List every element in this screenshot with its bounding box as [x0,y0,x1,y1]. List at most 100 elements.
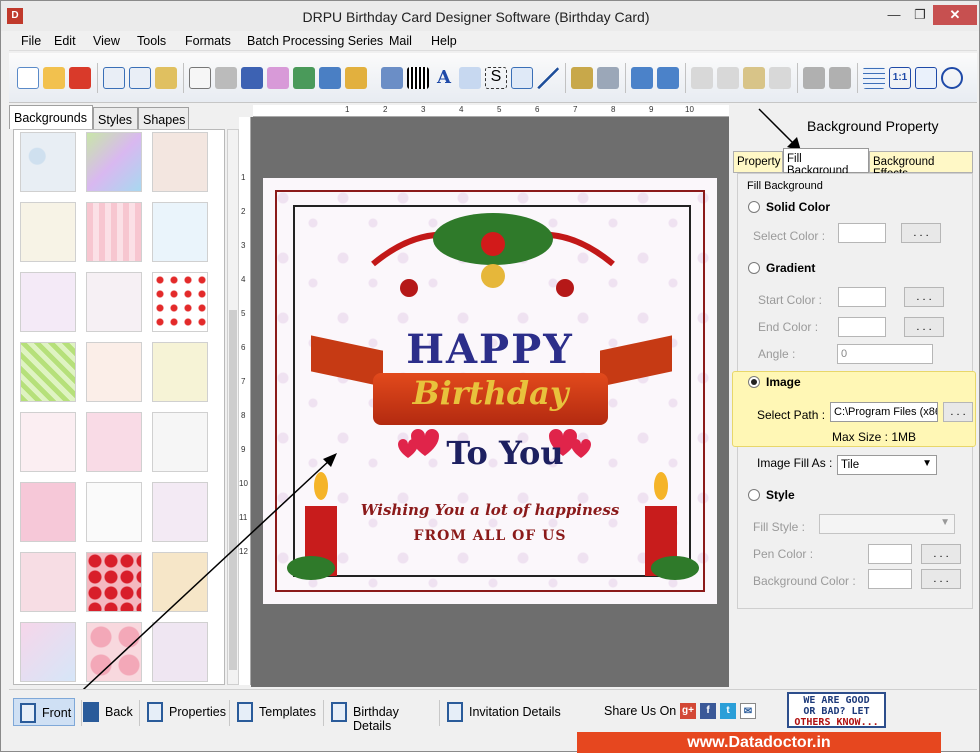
background-thumb[interactable] [152,132,208,192]
minimize-button[interactable]: — [881,5,907,25]
google-plus-icon[interactable]: g+ [680,703,696,719]
save-as-icon[interactable] [129,67,151,89]
scrollbar-thumb[interactable] [229,310,237,670]
export-icon[interactable] [155,67,177,89]
tab-property[interactable]: Property [733,151,783,173]
background-thumb[interactable] [20,482,76,542]
background-thumb[interactable] [20,622,76,682]
background-thumb[interactable] [152,272,208,332]
cut-icon[interactable] [691,67,713,89]
menu-edit[interactable]: Edit [54,34,76,48]
background-thumb[interactable] [86,412,142,472]
invitation-details-button[interactable]: Invitation Details [441,698,565,726]
image-path-input[interactable]: C:\Program Files (x86 [830,402,938,422]
vertical-scrollbar[interactable] [227,129,239,685]
new-icon[interactable] [17,67,39,89]
browse-path-button[interactable]: . . . [943,402,973,422]
barcode-icon[interactable] [407,67,429,89]
background-thumb[interactable] [20,412,76,472]
gradient-radio[interactable] [748,262,760,274]
pen-color-swatch[interactable] [868,544,912,564]
pen-icon[interactable] [319,67,341,89]
pen-color-button[interactable]: . . . [921,544,961,564]
polygon-icon[interactable] [345,67,367,89]
image-fill-as-select[interactable]: Tile ▼ [837,455,937,475]
background-thumb[interactable] [86,552,142,612]
background-thumb[interactable] [20,132,76,192]
send-back-icon[interactable] [829,67,851,89]
candle-left-image[interactable] [283,468,343,588]
card-to-you-text[interactable]: To You [263,434,717,472]
front-button[interactable]: Front [13,698,75,726]
menu-formats[interactable]: Formats [185,34,231,48]
tab-styles[interactable]: Styles [93,107,138,129]
background-thumb[interactable] [20,342,76,402]
close-doc-icon[interactable] [69,67,91,89]
redo-icon[interactable] [657,67,679,89]
open-icon[interactable] [43,67,65,89]
background-thumb[interactable] [86,622,142,682]
background-thumb[interactable] [86,202,142,262]
feedback-banner[interactable]: WE ARE GOOD OR BAD? LET OTHERS KNOW... [787,692,886,728]
menu-file[interactable]: File [21,34,41,48]
angle-spinner[interactable]: 0 [837,344,933,364]
properties-icon[interactable] [189,67,211,89]
start-color-swatch[interactable] [838,287,886,307]
tab-background-effects[interactable]: Background Effects [869,151,973,180]
image-icon[interactable] [293,67,315,89]
image-radio[interactable] [748,376,760,388]
tab-shapes[interactable]: Shapes [138,107,189,129]
candle-right-image[interactable] [639,468,703,588]
fill-style-select[interactable]: ▼ [819,514,955,534]
menu-mail[interactable]: Mail [389,34,412,48]
solid-color-radio[interactable] [748,201,760,213]
style-radio[interactable] [748,489,760,501]
menu-help[interactable]: Help [431,34,457,48]
background-thumb[interactable] [152,342,208,402]
background-thumb[interactable] [152,482,208,542]
background-color-button[interactable]: . . . [921,569,961,589]
background-thumb[interactable] [20,552,76,612]
fit-icon[interactable] [915,67,937,89]
background-thumb[interactable] [20,272,76,332]
print-preview-icon[interactable] [241,67,263,89]
delete-icon[interactable] [769,67,791,89]
start-color-button[interactable]: . . . [904,287,944,307]
gift-icon[interactable] [267,67,289,89]
print-icon[interactable] [215,67,237,89]
background-thumb[interactable] [152,202,208,262]
background-thumb[interactable] [86,482,142,542]
twitter-icon[interactable]: t [720,703,736,719]
db-import-icon[interactable] [597,67,619,89]
share-icon[interactable]: ✉ [740,703,756,719]
facebook-icon[interactable]: f [700,703,716,719]
back-button[interactable]: Back [77,698,133,726]
background-thumb[interactable] [86,272,142,332]
select-color-button[interactable]: . . . [901,223,941,243]
maximize-button[interactable]: ❐ [907,5,933,25]
christmas-garland-image[interactable] [353,204,633,304]
copy-icon[interactable] [717,67,739,89]
select-color-swatch[interactable] [838,223,886,243]
end-color-button[interactable]: . . . [904,317,944,337]
background-thumb[interactable] [152,412,208,472]
database-icon[interactable] [571,67,593,89]
watermark-icon[interactable] [381,67,403,89]
background-color-swatch[interactable] [868,569,912,589]
menu-view[interactable]: View [93,34,120,48]
tab-fill-background[interactable]: Fill Background [783,148,869,177]
templates-button[interactable]: Templates [231,698,321,726]
properties-button[interactable]: Properties [141,698,226,726]
actual-size-icon[interactable]: 1:1 [889,67,911,89]
undo-icon[interactable] [631,67,653,89]
menu-batch-processing[interactable]: Batch Processing Series [247,34,383,48]
line-icon[interactable] [537,67,559,89]
bring-front-icon[interactable] [803,67,825,89]
text-art-icon[interactable] [459,67,481,89]
mail-icon[interactable] [511,67,533,89]
birthday-card[interactable]: HAPPY Birthday To You Wishing You a lot … [263,178,717,604]
text-icon[interactable]: A [433,67,455,89]
paste-icon[interactable] [743,67,765,89]
background-thumb[interactable] [86,132,142,192]
grid-icon[interactable] [863,67,885,89]
